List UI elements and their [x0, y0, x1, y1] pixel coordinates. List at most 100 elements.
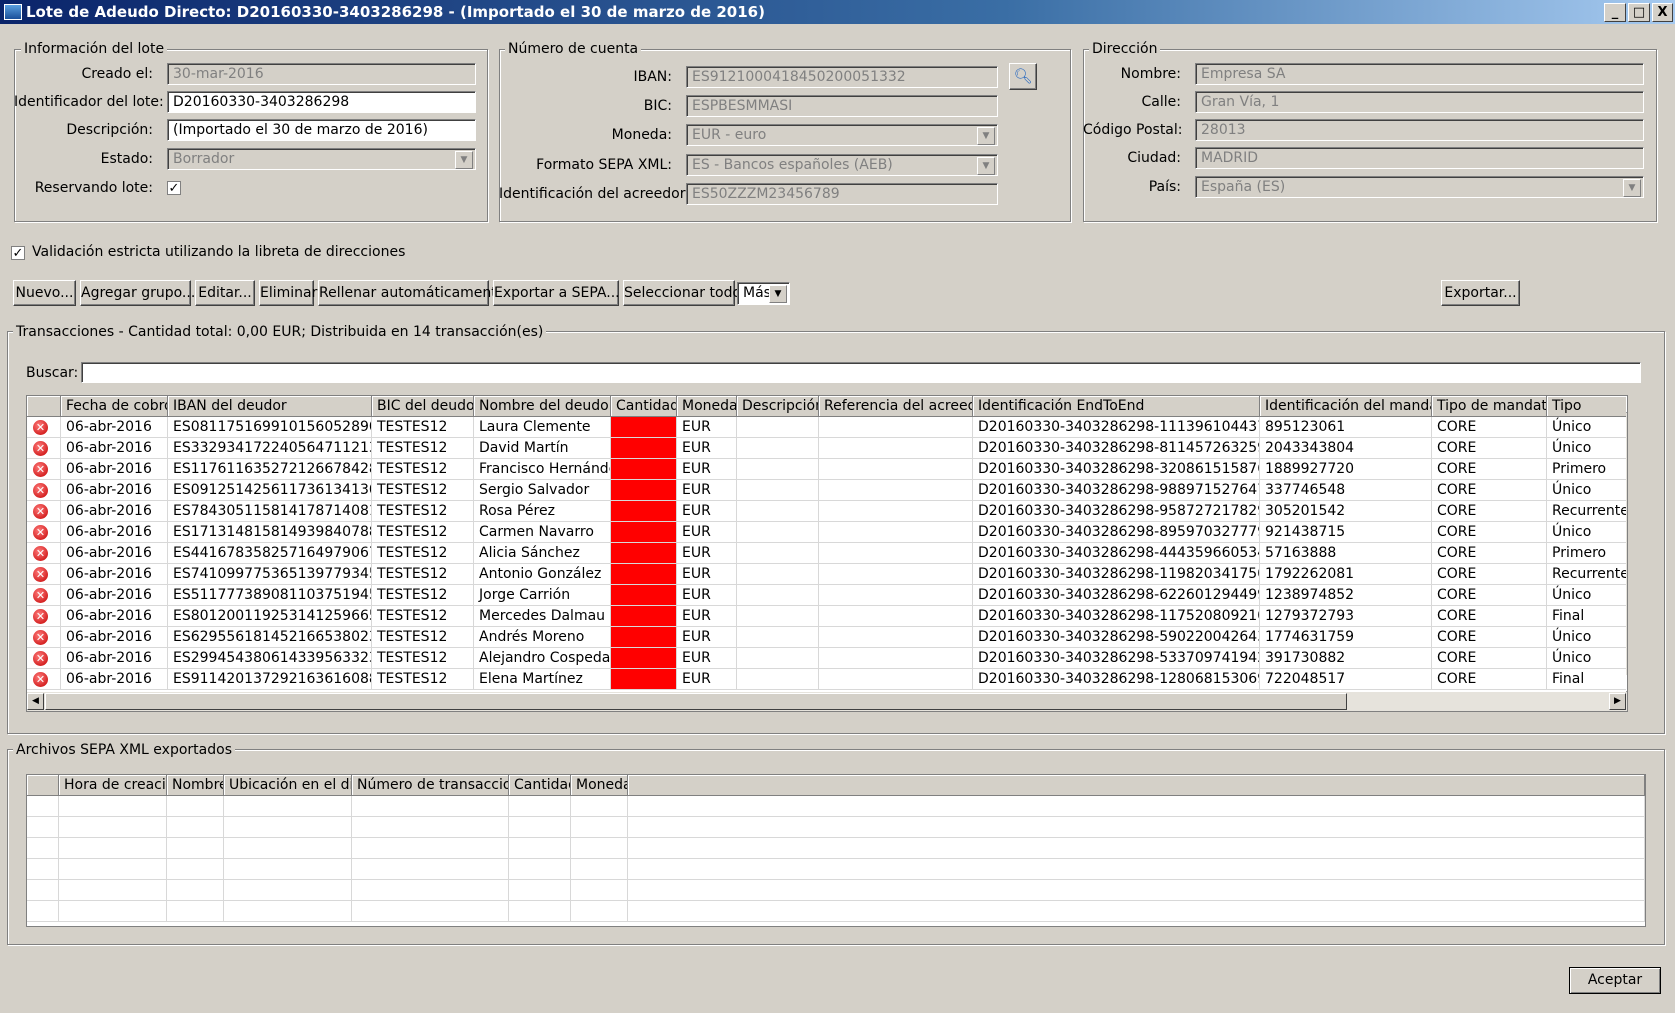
row-status-cell: ✕: [27, 459, 61, 480]
amount-cell: [611, 669, 677, 690]
column-header[interactable]: Nombre del deudor: [474, 396, 611, 417]
table-cell: 1279372793: [1260, 606, 1432, 627]
delete-button[interactable]: Eliminar: [259, 280, 317, 306]
window-title: Lote de Adeudo Directo: D20160330-340328…: [26, 3, 765, 21]
table-cell: ES4416783582571649790679: [168, 543, 372, 564]
column-header[interactable]: Número de transacciones: [352, 775, 509, 796]
search-iban-button[interactable]: 🔍︎: [1009, 63, 1037, 90]
scroll-right-icon[interactable]: ▶: [1609, 693, 1626, 710]
table-cell: EUR: [677, 585, 737, 606]
table-row[interactable]: ✕ 06-abr-2016 ES5117773890811037519456 TEST…: [27, 585, 1627, 606]
table-cell: EUR: [677, 459, 737, 480]
table-cell: ES0811751699101560528907: [168, 417, 372, 438]
row-status-cell: ✕: [27, 585, 61, 606]
strict-validation-checkbox[interactable]: ✓: [11, 246, 25, 260]
minimize-button[interactable]: _: [1604, 3, 1626, 22]
table-cell: [224, 859, 352, 880]
table-row[interactable]: ✕ 06-abr-2016 ES7410997753651397793455 TEST…: [27, 564, 1627, 585]
column-header[interactable]: Descripción: [737, 396, 819, 417]
table-cell: [224, 838, 352, 859]
table-cell: EUR: [677, 564, 737, 585]
close-button[interactable]: X: [1652, 3, 1673, 22]
column-header[interactable]: [27, 396, 61, 417]
column-header[interactable]: Cantidad: [611, 396, 677, 417]
table-cell: [571, 859, 628, 880]
column-header[interactable]: Cantidad: [509, 775, 571, 796]
table-cell: 06-abr-2016: [61, 585, 168, 606]
column-header[interactable]: [27, 775, 59, 796]
vertical-scrollbar[interactable]: ▲ ▼: [1626, 396, 1628, 692]
table-cell: [167, 817, 224, 838]
column-header[interactable]: Identificación EndToEnd: [973, 396, 1260, 417]
table-row[interactable]: ✕ 06-abr-2016 ES1176116352721266784286 TEST…: [27, 459, 1627, 480]
bic-field: ESPBESMMASI: [686, 95, 998, 117]
table-row[interactable]: ✕ 06-abr-2016 ES2994543806143395633230 TEST…: [27, 648, 1627, 669]
vertical-scroll-thumb[interactable]: [1627, 414, 1628, 650]
autofill-button[interactable]: Rellenar automáticamente: [318, 280, 505, 306]
table-cell: 06-abr-2016: [61, 669, 168, 690]
table-row[interactable]: ✕ 06-abr-2016 ES4416783582571649790679 TEST…: [27, 543, 1627, 564]
accept-button[interactable]: Aceptar: [1569, 967, 1661, 994]
row-status-cell: ✕: [27, 522, 61, 543]
table-row[interactable]: ✕ 06-abr-2016 ES0912514256117361341307 TEST…: [27, 480, 1627, 501]
reserving-checkbox[interactable]: ✓: [167, 181, 181, 195]
more-value: Más: [743, 285, 771, 301]
column-header[interactable]: Hora de creación: [59, 775, 167, 796]
maximize-button[interactable]: □: [1628, 3, 1650, 22]
table-cell: 06-abr-2016: [61, 438, 168, 459]
table-row[interactable]: ✕ 06-abr-2016 ES1713148158149398407887 TEST…: [27, 522, 1627, 543]
table-cell: [59, 817, 167, 838]
edit-button[interactable]: Editar...: [195, 280, 255, 306]
table-cell: Primero: [1547, 543, 1627, 564]
column-header[interactable]: BIC del deudor: [372, 396, 474, 417]
column-header[interactable]: Moneda: [571, 775, 628, 796]
horizontal-scroll-thumb[interactable]: [45, 693, 1347, 710]
table-cell: TESTES12: [372, 669, 474, 690]
horizontal-scrollbar[interactable]: ◀ ▶: [27, 692, 1627, 711]
new-button[interactable]: Nuevo...: [13, 280, 76, 306]
table-cell: Final: [1547, 606, 1627, 627]
table-cell: ES2994543806143395633230: [168, 648, 372, 669]
table-cell: Recurrente: [1547, 501, 1627, 522]
select-all-button[interactable]: Seleccionar todo: [623, 280, 741, 306]
chevron-down-icon: ▼: [977, 157, 995, 175]
table-row[interactable]: ✕ 06-abr-2016 ES3329341722405647112139 TEST…: [27, 438, 1627, 459]
add-group-button[interactable]: Agregar grupo...: [80, 280, 195, 306]
table-row[interactable]: ✕ 06-abr-2016 ES0811751699101560528907 TEST…: [27, 417, 1627, 438]
scroll-left-icon[interactable]: ◀: [27, 693, 44, 710]
error-icon: ✕: [33, 525, 48, 540]
table-cell: 06-abr-2016: [61, 480, 168, 501]
table-cell: EUR: [677, 648, 737, 669]
table-cell: [509, 880, 571, 901]
table-cell: 06-abr-2016: [61, 606, 168, 627]
column-header[interactable]: Tipo: [1547, 396, 1627, 417]
column-header[interactable]: Identificación del mandato: [1260, 396, 1432, 417]
table-cell: [59, 880, 167, 901]
batch-id-field[interactable]: D20160330-3403286298: [167, 91, 476, 113]
error-icon: ✕: [33, 630, 48, 645]
table-cell: ES9114201372921636160887: [168, 669, 372, 690]
export-sepa-button[interactable]: Exportar a SEPA...: [493, 280, 620, 306]
column-header[interactable]: Tipo de mandato: [1432, 396, 1547, 417]
column-header[interactable]: Ubicación en el disco: [224, 775, 352, 796]
table-cell: Único: [1547, 627, 1627, 648]
export-button[interactable]: Exportar...: [1441, 280, 1520, 306]
column-header[interactable]: Fecha de cobro: [61, 396, 168, 417]
scroll-up-icon[interactable]: ▲: [1626, 396, 1627, 413]
description-field[interactable]: (Importado el 30 de marzo de 2016): [167, 119, 476, 141]
table-cell: ES7410997753651397793455: [168, 564, 372, 585]
table-cell: EUR: [677, 606, 737, 627]
table-row[interactable]: ✕ 06-abr-2016 ES6295561814521665380238 TEST…: [27, 627, 1627, 648]
column-header[interactable]: IBAN del deudor: [168, 396, 372, 417]
column-header[interactable]: Referencia del acreedor: [819, 396, 973, 417]
scroll-down-icon[interactable]: ▼: [1626, 675, 1627, 692]
column-header[interactable]: Nombre: [167, 775, 224, 796]
column-header[interactable]: Moneda: [677, 396, 737, 417]
table-cell: ES6295561814521665380238: [168, 627, 372, 648]
table-row[interactable]: ✕ 06-abr-2016 ES7843051158141787140815 TEST…: [27, 501, 1627, 522]
search-label: Buscar:: [26, 365, 79, 381]
search-input[interactable]: [81, 362, 1641, 383]
table-row[interactable]: ✕ 06-abr-2016 ES8012001192531412596659 TEST…: [27, 606, 1627, 627]
more-select[interactable]: Más ▼: [737, 282, 790, 305]
table-row[interactable]: ✕ 06-abr-2016 ES9114201372921636160887 TEST…: [27, 669, 1627, 690]
